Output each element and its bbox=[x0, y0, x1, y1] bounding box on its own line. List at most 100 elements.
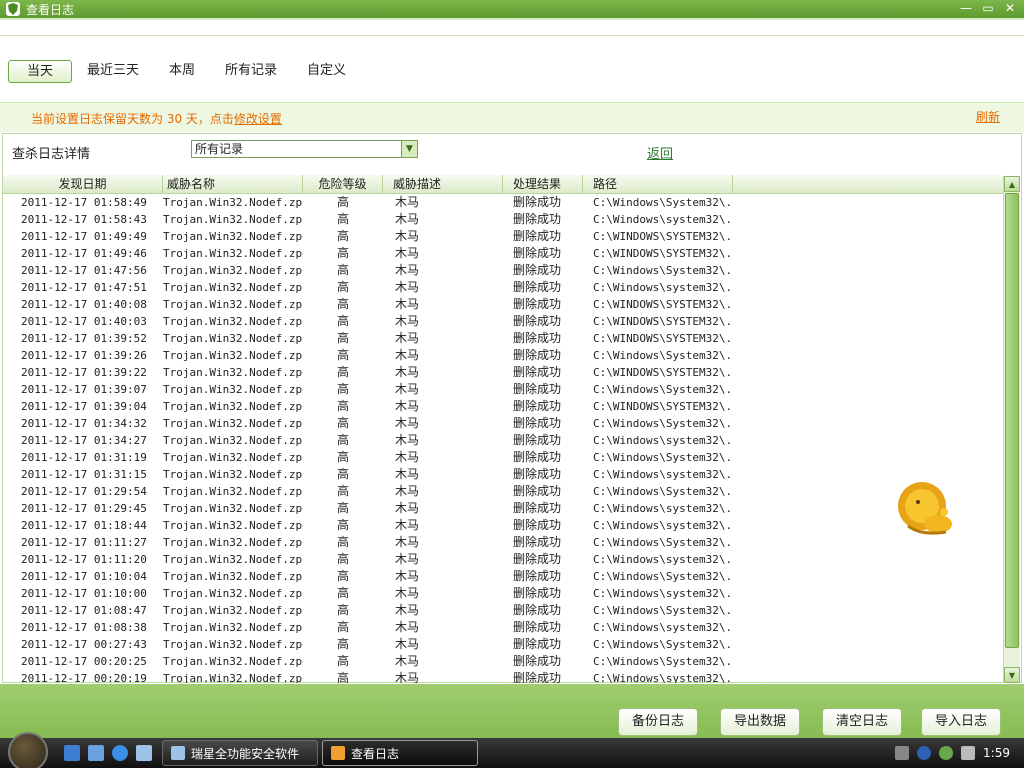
table-row[interactable]: 2011-12-17 01:34:32 Trojan.Win32.Nodef.zp… bbox=[3, 415, 1003, 432]
cell-threat-name: Trojan.Win32.Nodef.zpq bbox=[163, 536, 303, 549]
table-row[interactable]: 2011-12-17 01:29:54 Trojan.Win32.Nodef.zp… bbox=[3, 483, 1003, 500]
table-row[interactable]: 2011-12-17 01:58:43 Trojan.Win32.Nodef.zp… bbox=[3, 211, 1003, 228]
table-row[interactable]: 2011-12-17 01:39:22 Trojan.Win32.Nodef.zp… bbox=[3, 364, 1003, 381]
cell-date: 2011-12-17 01:49:49 bbox=[21, 230, 147, 243]
header-threat-name[interactable]: 威胁名称 bbox=[163, 175, 303, 193]
cell-result: 删除成功 bbox=[513, 484, 562, 498]
header-path[interactable]: 路径 bbox=[583, 175, 733, 193]
table-row[interactable]: 2011-12-17 00:20:25 Trojan.Win32.Nodef.zp… bbox=[3, 653, 1003, 670]
date-range-tabs: 当天 最近三天 本周 所有记录 自定义 bbox=[8, 60, 361, 83]
volume-icon[interactable] bbox=[961, 746, 976, 760]
back-link[interactable]: 返回 bbox=[647, 143, 673, 162]
cell-threat-name: Trojan.Win32.Nodef.zpq bbox=[163, 247, 303, 260]
cell-date: 2011-12-17 01:47:51 bbox=[21, 281, 147, 294]
table-row[interactable]: 2011-12-17 01:49:49 Trojan.Win32.Nodef.zp… bbox=[3, 228, 1003, 245]
table-row[interactable]: 2011-12-17 01:39:07 Trojan.Win32.Nodef.zp… bbox=[3, 381, 1003, 398]
cell-date: 2011-12-17 00:20:19 bbox=[21, 672, 147, 683]
export-data-button[interactable]: 导出数据 bbox=[720, 708, 800, 736]
cell-path: C:\Windows\System32\... bbox=[593, 383, 733, 396]
table-row[interactable]: 2011-12-17 01:40:03 Trojan.Win32.Nodef.zp… bbox=[3, 313, 1003, 330]
rising-shield-icon[interactable] bbox=[136, 745, 152, 761]
scroll-down-icon[interactable]: ▼ bbox=[1004, 667, 1020, 683]
cell-result: 删除成功 bbox=[513, 195, 562, 209]
header-result[interactable]: 处理结果 bbox=[503, 175, 583, 193]
header-risk-level[interactable]: 危险等级 bbox=[303, 175, 383, 193]
cell-risk-level: 高 bbox=[336, 399, 349, 413]
cell-date: 2011-12-17 01:39:52 bbox=[21, 332, 147, 345]
tab-this-week[interactable]: 本周 bbox=[154, 60, 210, 83]
table-row[interactable]: 2011-12-17 01:39:52 Trojan.Win32.Nodef.zp… bbox=[3, 330, 1003, 347]
cell-date: 2011-12-17 01:40:03 bbox=[21, 315, 147, 328]
cell-path: C:\Windows\system32\... bbox=[593, 468, 733, 481]
table-row[interactable]: 2011-12-17 01:49:46 Trojan.Win32.Nodef.zp… bbox=[3, 245, 1003, 262]
cell-threat-name: Trojan.Win32.Nodef.zpq bbox=[163, 553, 303, 566]
table-row[interactable]: 2011-12-17 01:31:15 Trojan.Win32.Nodef.zp… bbox=[3, 466, 1003, 483]
tab-last-three-days[interactable]: 最近三天 bbox=[72, 60, 154, 83]
explorer-icon[interactable] bbox=[88, 745, 104, 761]
table-row[interactable]: 2011-12-17 01:39:04 Trojan.Win32.Nodef.zp… bbox=[3, 398, 1003, 415]
table-row[interactable]: 2011-12-17 01:31:19 Trojan.Win32.Nodef.zp… bbox=[3, 449, 1003, 466]
cell-result: 删除成功 bbox=[513, 518, 562, 532]
cell-result: 删除成功 bbox=[513, 501, 562, 515]
cell-threat-desc: 木马 bbox=[395, 620, 420, 634]
table-row[interactable]: 2011-12-17 01:58:49 Trojan.Win32.Nodef.zp… bbox=[3, 194, 1003, 211]
table-row[interactable]: 2011-12-17 01:39:26 Trojan.Win32.Nodef.zp… bbox=[3, 347, 1003, 364]
refresh-link[interactable]: 刷新 bbox=[976, 108, 1000, 125]
start-button-icon[interactable] bbox=[8, 732, 48, 768]
record-filter-select[interactable]: 所有记录 ▼ bbox=[191, 140, 418, 158]
cell-risk-level: 高 bbox=[336, 637, 349, 651]
cell-result: 删除成功 bbox=[513, 620, 562, 634]
tab-custom[interactable]: 自定义 bbox=[292, 60, 361, 83]
cell-path: C:\Windows\System32\... bbox=[593, 451, 733, 464]
lion-mascot-icon[interactable] bbox=[894, 476, 958, 540]
maximize-button[interactable]: ▭ bbox=[978, 0, 998, 16]
table-row[interactable]: 2011-12-17 01:47:56 Trojan.Win32.Nodef.zp… bbox=[3, 262, 1003, 279]
show-desktop-icon[interactable] bbox=[64, 745, 80, 761]
cell-result: 删除成功 bbox=[513, 603, 562, 617]
cell-risk-level: 高 bbox=[336, 620, 349, 634]
table-row[interactable]: 2011-12-17 01:29:45 Trojan.Win32.Nodef.zp… bbox=[3, 500, 1003, 517]
modify-settings-link[interactable]: 修改设置 bbox=[234, 112, 282, 126]
tab-all-records[interactable]: 所有记录 bbox=[210, 60, 292, 83]
table-row[interactable]: 2011-12-17 01:11:20 Trojan.Win32.Nodef.zp… bbox=[3, 551, 1003, 568]
cell-threat-name: Trojan.Win32.Nodef.zpq bbox=[163, 383, 303, 396]
keyboard-icon[interactable] bbox=[895, 746, 910, 760]
cell-date: 2011-12-17 01:11:27 bbox=[21, 536, 147, 549]
table-row[interactable]: 2011-12-17 01:47:51 Trojan.Win32.Nodef.zp… bbox=[3, 279, 1003, 296]
cell-threat-name: Trojan.Win32.Nodef.zpq bbox=[163, 672, 303, 683]
table-row[interactable]: 2011-12-17 01:11:27 Trojan.Win32.Nodef.zp… bbox=[3, 534, 1003, 551]
table-row[interactable]: 2011-12-17 00:27:43 Trojan.Win32.Nodef.zp… bbox=[3, 636, 1003, 653]
scroll-up-icon[interactable]: ▲ bbox=[1004, 176, 1020, 192]
tab-today[interactable]: 当天 bbox=[8, 60, 72, 83]
network-icon[interactable] bbox=[939, 746, 954, 760]
scroll-thumb[interactable] bbox=[1005, 193, 1019, 648]
task-view-log[interactable]: 查看日志 bbox=[322, 740, 478, 766]
table-row[interactable]: 2011-12-17 01:10:00 Trojan.Win32.Nodef.zp… bbox=[3, 585, 1003, 602]
import-log-button[interactable]: 导入日志 bbox=[921, 708, 1001, 736]
header-date[interactable]: 发现日期 bbox=[3, 175, 163, 193]
clear-log-button[interactable]: 清空日志 bbox=[822, 708, 902, 736]
cell-threat-desc: 木马 bbox=[395, 637, 420, 651]
cell-threat-desc: 木马 bbox=[395, 314, 420, 328]
chevron-down-icon[interactable]: ▼ bbox=[401, 141, 417, 157]
ie-browser-icon[interactable] bbox=[112, 745, 128, 761]
shield-icon bbox=[6, 2, 20, 16]
table-row[interactable]: 2011-12-17 01:08:38 Trojan.Win32.Nodef.zp… bbox=[3, 619, 1003, 636]
table-row[interactable]: 2011-12-17 01:34:27 Trojan.Win32.Nodef.zp… bbox=[3, 432, 1003, 449]
table-row[interactable]: 2011-12-17 01:08:47 Trojan.Win32.Nodef.zp… bbox=[3, 602, 1003, 619]
cell-path: C:\Windows\system32\... bbox=[593, 553, 733, 566]
header-threat-desc[interactable]: 威胁描述 bbox=[383, 175, 503, 193]
table-row[interactable]: 2011-12-17 01:18:44 Trojan.Win32.Nodef.zp… bbox=[3, 517, 1003, 534]
clock[interactable]: 1:59 bbox=[983, 746, 1010, 760]
backup-log-button[interactable]: 备份日志 bbox=[618, 708, 698, 736]
help-icon[interactable] bbox=[917, 746, 932, 760]
table-row[interactable]: 2011-12-17 01:40:08 Trojan.Win32.Nodef.zp… bbox=[3, 296, 1003, 313]
table-row[interactable]: 2011-12-17 01:10:04 Trojan.Win32.Nodef.zp… bbox=[3, 568, 1003, 585]
task-rising-suite[interactable]: 瑞星全功能安全软件 bbox=[162, 740, 318, 766]
cell-result: 删除成功 bbox=[513, 671, 562, 683]
cell-risk-level: 高 bbox=[336, 212, 349, 226]
table-row[interactable]: 2011-12-17 00:20:19 Trojan.Win32.Nodef.zp… bbox=[3, 670, 1003, 683]
close-button[interactable]: ✕ bbox=[1000, 0, 1020, 16]
minimize-button[interactable]: — bbox=[956, 0, 976, 16]
vertical-scrollbar[interactable]: ▲ ▼ bbox=[1003, 176, 1020, 683]
